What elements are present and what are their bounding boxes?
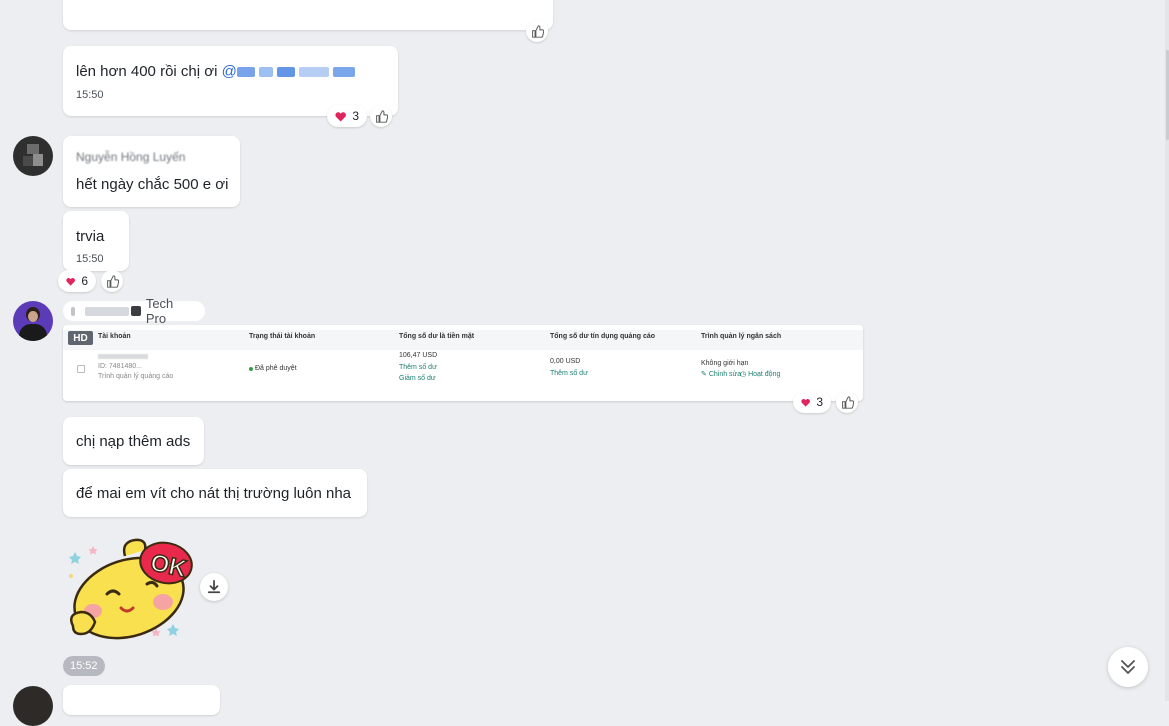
reaction-count: 3: [352, 109, 359, 123]
avatar[interactable]: [13, 686, 53, 726]
scroll-to-bottom-button[interactable]: [1108, 647, 1148, 687]
add-credit-link: Thêm số dư: [550, 370, 588, 377]
like-button[interactable]: [526, 20, 548, 42]
heart-icon: [66, 277, 75, 286]
table-header-cell: Tài khoản: [98, 333, 131, 340]
reaction-pill[interactable]: 6: [58, 270, 96, 292]
mention-link[interactable]: @: [222, 63, 355, 80]
row-checkbox: [77, 365, 85, 373]
download-icon: [207, 580, 221, 594]
message-text: trvia: [76, 228, 105, 245]
heart-icon: [335, 111, 346, 121]
thumbs-up-icon: [531, 24, 544, 38]
table-header-cell: Trình quản lý ngân sách: [701, 333, 782, 340]
account-id: ID: 7481480...: [98, 363, 142, 370]
message-text: chị nạp thêm ads: [76, 433, 191, 450]
message-time: 15:50: [76, 253, 104, 265]
budget-activity-link: ◷ Hoạt động: [740, 371, 781, 378]
message-bubble[interactable]: trvia 15:50: [63, 211, 129, 271]
like-button[interactable]: [101, 270, 123, 292]
reaction-count: 3: [816, 395, 823, 409]
like-button[interactable]: [836, 391, 858, 413]
sender-name: Tech Pro: [145, 296, 174, 326]
table-header-cell: Trạng thái tài khoản: [249, 333, 316, 340]
thumbs-up-icon: [841, 395, 854, 409]
account-status: Đã phê duyệt: [255, 365, 297, 372]
avatar[interactable]: [13, 301, 53, 341]
reduce-balance-link: Giảm số dư: [399, 375, 436, 382]
ok-duck-sticker[interactable]: OK: [63, 536, 198, 646]
budget-limit: Không giới hạn: [701, 360, 749, 367]
credit-balance: 0,00 USD: [550, 358, 581, 365]
like-button[interactable]: [370, 105, 392, 127]
message-text: hết ngày chắc 500 e ơi: [76, 176, 229, 193]
message-bubble-previous[interactable]: [63, 0, 553, 30]
double-chevron-down-icon: [1121, 660, 1135, 674]
avatar[interactable]: [13, 136, 53, 176]
thumbs-up-icon: [106, 274, 119, 288]
message-bubble[interactable]: Nguyễn Hồng Luyến hết ngày chắc 500 e ơi: [63, 136, 240, 207]
table-header-cell: Tổng số dư là tiền mặt: [399, 333, 475, 340]
reaction-count: 6: [81, 274, 88, 288]
message-body: lên hơn 400 rồi chị ơi: [76, 63, 218, 80]
hd-badge: HD: [68, 331, 93, 345]
message-bubble-next[interactable]: [63, 685, 220, 715]
message-text: để mai em vít cho nát thị trường luôn nh…: [76, 485, 352, 502]
table-header-cell: Tổng số dư tín dụng quảng cáo: [550, 333, 655, 340]
reaction-pill[interactable]: 3: [327, 105, 367, 127]
message-bubble[interactable]: để mai em vít cho nát thị trường luôn nh…: [63, 469, 367, 517]
add-balance-link: Thêm số dư: [399, 364, 437, 371]
cash-balance: 106,47 USD: [399, 352, 438, 359]
image-message-screenshot[interactable]: Tài khoản Trạng thái tài khoản Tổng số d…: [63, 325, 863, 401]
edit-budget-link: ✎ Chỉnh sửa: [701, 371, 742, 378]
reaction-pill[interactable]: 3: [793, 391, 831, 413]
sender-name: Nguyễn Hồng Luyến: [76, 150, 186, 164]
sticker-time: 15:52: [63, 656, 105, 676]
message-bubble[interactable]: chị nạp thêm ads: [63, 417, 204, 465]
message-text: lên hơn 400 rồi chị ơi @: [76, 63, 355, 80]
heart-icon: [801, 398, 810, 407]
account-subtitle: Trình quản lý quảng cáo: [98, 373, 174, 380]
sender-name-tag: Tech Pro: [63, 296, 205, 326]
message-time: 15:50: [76, 89, 104, 101]
download-button[interactable]: [200, 573, 228, 601]
thumbs-up-icon: [375, 109, 388, 123]
status-dot: [249, 367, 253, 371]
